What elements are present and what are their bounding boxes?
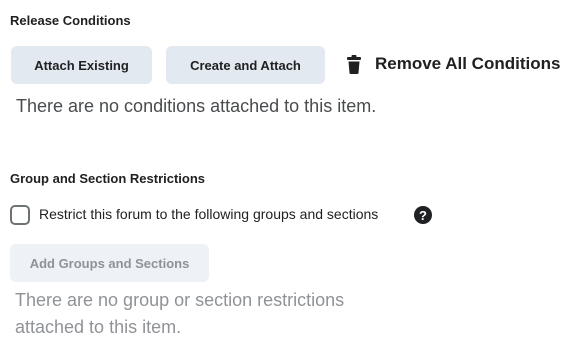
attach-existing-button[interactable]: Attach Existing (11, 46, 152, 84)
release-conditions-heading: Release Conditions (10, 13, 131, 28)
restrict-forum-label[interactable]: Restrict this forum to the following gro… (39, 206, 378, 222)
remove-all-conditions-button[interactable]: Remove All Conditions (345, 51, 560, 77)
no-group-restrictions-message: There are no group or section restrictio… (15, 290, 345, 337)
trash-icon (345, 53, 363, 75)
group-restrictions-heading: Group and Section Restrictions (10, 171, 206, 186)
create-and-attach-button[interactable]: Create and Attach (166, 46, 325, 84)
remove-all-conditions-label: Remove All Conditions (375, 54, 561, 73)
add-groups-and-sections-button[interactable]: Add Groups and Sections (10, 244, 209, 282)
question-circle-icon[interactable]: ? (414, 206, 432, 224)
restrict-forum-checkbox[interactable] (10, 205, 30, 225)
no-conditions-message: There are no conditions attached to this… (16, 96, 377, 116)
